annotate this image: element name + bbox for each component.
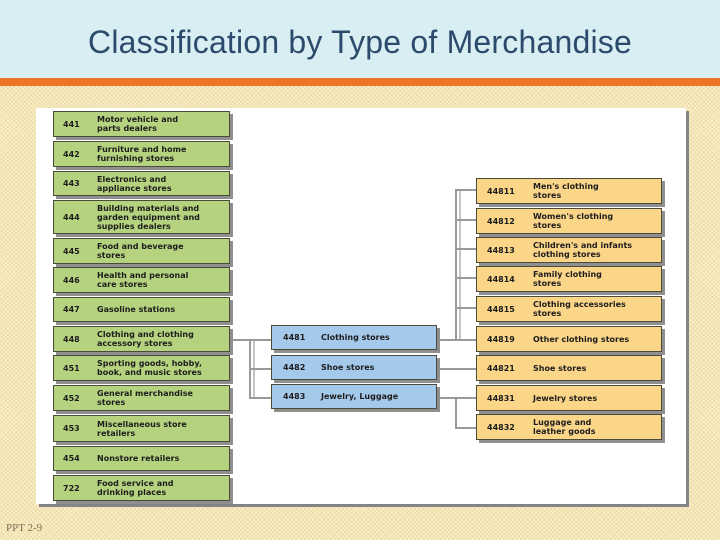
connector-4482-to-44821 (440, 368, 476, 370)
naics-label: Clothing accessories stores (533, 300, 626, 318)
naics-code: 444 (63, 212, 80, 222)
connector-to-44814 (455, 277, 476, 279)
naics-box-4482: 4482 Shoe stores (271, 355, 437, 380)
naics-label: Building materials and garden equipment … (97, 203, 200, 231)
naics-box-44831: 44831 Jewelry stores (476, 385, 662, 411)
naics-code: 446 (63, 275, 80, 285)
naics-label: Food and beverage stores (97, 242, 184, 260)
naics-label: Clothing stores (321, 333, 390, 342)
naics-box-4483: 4483 Jewelry, Luggage (271, 384, 437, 409)
naics-label: Gasoline stations (97, 305, 176, 314)
naics-label: Shoe stores (533, 363, 587, 373)
naics-label: Shoe stores (321, 363, 375, 372)
naics-code: 44819 (487, 334, 515, 344)
naics-code: 453 (63, 424, 80, 433)
connector-to-44812 (455, 219, 476, 221)
naics-label: Health and personal care stores (97, 271, 189, 289)
naics-box-44811: 44811 Men's clothing stores (476, 178, 662, 204)
naics-box-448: 448 Clothing and clothing accessory stor… (53, 326, 230, 352)
naics-code: 447 (63, 305, 80, 314)
connector-4483-trunk (440, 397, 456, 399)
naics-label: Electronics and appliance stores (97, 174, 172, 193)
naics-box-443: 443 Electronics and appliance stores (53, 171, 230, 196)
naics-label: Motor vehicle and parts dealers (97, 115, 179, 133)
naics-label: Children's and infants clothing stores (533, 241, 633, 259)
naics-label: Jewelry, Luggage (321, 392, 399, 401)
naics-code: 44814 (487, 274, 515, 284)
naics-code: 44832 (487, 422, 515, 432)
naics-label: Men's clothing stores (533, 182, 599, 200)
naics-box-446: 446 Health and personal care stores (53, 267, 230, 293)
naics-label: Clothing and clothing accessory stores (97, 330, 194, 348)
connector-4481-spine-shadow (459, 191, 461, 339)
connector-to-4483 (249, 397, 271, 399)
naics-box-451: 451 Sporting goods, hobby, book, and mus… (53, 355, 230, 381)
naics-code: 442 (63, 149, 80, 159)
naics-box-452: 452 General merchandise stores (53, 385, 230, 411)
naics-box-444: 444 Building materials and garden equipm… (53, 200, 230, 234)
naics-label: Nonstore retailers (97, 454, 180, 463)
naics-box-454: 454 Nonstore retailers (53, 446, 230, 471)
naics-code: 445 (63, 246, 80, 256)
naics-code: 44812 (487, 216, 515, 226)
slide-title: Classification by Type of Merchandise (88, 24, 632, 60)
naics-box-44815: 44815 Clothing accessories stores (476, 296, 662, 322)
naics-code: 44813 (487, 245, 515, 255)
naics-box-722: 722 Food service and drinking places (53, 475, 230, 501)
naics-label: Food service and drinking places (97, 479, 174, 497)
naics-label: Other clothing stores (533, 334, 630, 344)
naics-box-441: 441 Motor vehicle and parts dealers (53, 111, 230, 137)
connector-to-4481 (249, 339, 271, 341)
connector-4483-spine (455, 397, 457, 429)
naics-label: Family clothing stores (533, 270, 602, 288)
naics-code: 448 (63, 334, 80, 344)
naics-code: 451 (63, 363, 80, 373)
naics-label: Miscellaneous store retailers (97, 419, 187, 438)
naics-label: Jewelry stores (533, 393, 598, 403)
naics-box-442: 442 Furniture and home furnishing stores (53, 141, 230, 167)
naics-code: 4481 (283, 333, 306, 342)
naics-label: Luggage and leather goods (533, 418, 596, 436)
naics-code: 44811 (487, 186, 515, 196)
connector-4481-spine (455, 189, 457, 341)
naics-code: 452 (63, 393, 80, 403)
naics-label: Furniture and home furnishing stores (97, 145, 187, 163)
connector-4481-trunk (440, 339, 456, 341)
naics-box-453: 453 Miscellaneous store retailers (53, 415, 230, 442)
naics-code: 454 (63, 454, 80, 463)
naics-box-44832: 44832 Luggage and leather goods (476, 414, 662, 440)
accent-bar (0, 78, 720, 86)
naics-code: 44815 (487, 304, 515, 314)
naics-label: Women's clothing stores (533, 212, 614, 230)
naics-box-4481: 4481 Clothing stores (271, 325, 437, 350)
naics-label: General merchandise stores (97, 389, 193, 407)
naics-box-44819: 44819 Other clothing stores (476, 326, 662, 352)
naics-code: 441 (63, 119, 80, 129)
connector-to-4482 (249, 368, 271, 370)
naics-box-445: 445 Food and beverage stores (53, 238, 230, 264)
connector-to-44831 (455, 397, 476, 399)
naics-code: 44821 (487, 363, 515, 373)
naics-box-44821: 44821 Shoe stores (476, 355, 662, 381)
naics-box-44812: 44812 Women's clothing stores (476, 208, 662, 234)
naics-code: 4483 (283, 392, 306, 401)
naics-code: 722 (63, 483, 80, 493)
connector-to-44819 (455, 339, 476, 341)
naics-code: 443 (63, 179, 80, 188)
naics-box-44814: 44814 Family clothing stores (476, 266, 662, 292)
naics-label: Sporting goods, hobby, book, and music s… (97, 359, 203, 377)
connector-to-44811 (455, 189, 476, 191)
naics-code: 4482 (283, 363, 306, 372)
connector-to-44813 (455, 248, 476, 250)
naics-box-44813: 44813 Children's and infants clothing st… (476, 237, 662, 263)
slide-number: PPT 2-9 (6, 522, 43, 534)
connector-to-44815 (455, 307, 476, 309)
connector-to-44832 (455, 427, 476, 429)
naics-box-447: 447 Gasoline stations (53, 297, 230, 322)
naics-code: 44831 (487, 393, 515, 403)
connector-448-trunk (231, 339, 251, 341)
